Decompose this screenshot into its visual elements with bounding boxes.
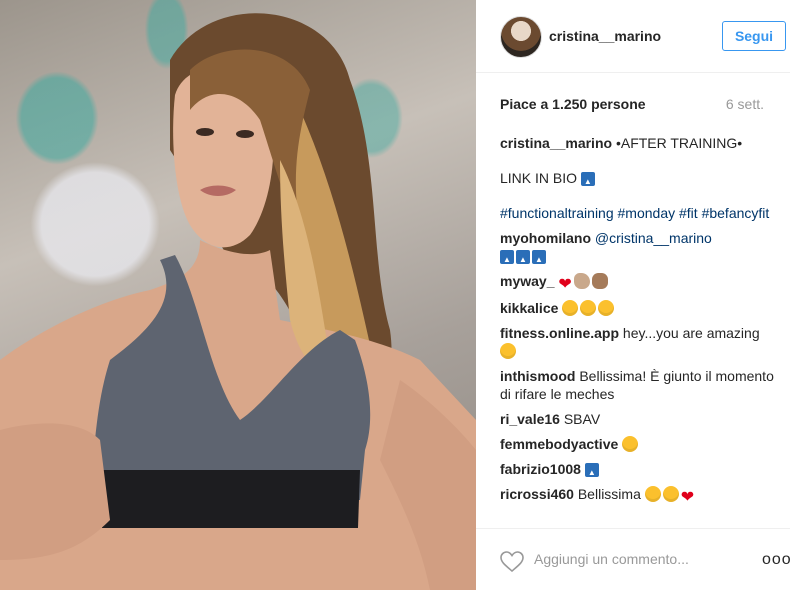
comment-item: kikkalice (500, 299, 780, 317)
comment-username[interactable]: fitness.online.app (500, 325, 619, 341)
likes-count[interactable]: Piace a 1.250 persone (500, 96, 646, 112)
heart-eyes-emoji (580, 300, 597, 316)
comment-username[interactable]: femmebodyactive (500, 436, 618, 452)
caption-text: •AFTER TRAINING• (615, 135, 743, 151)
instagram-post: cristina__marino Segui Piace a 1.250 per… (0, 0, 790, 590)
comment-username[interactable]: ricrossi460 (500, 486, 574, 502)
red-heart-emoji: ❤ (680, 489, 695, 506)
post-footer: ooo (476, 528, 790, 591)
comment-item: ricrossi460 Bellissima ❤ (500, 485, 780, 506)
caption-line-2: LINK IN BIO (500, 169, 780, 191)
comment-username[interactable]: myohomilano (500, 230, 591, 246)
comment-username[interactable]: ri_vale16 (500, 411, 560, 427)
blush-emoji (662, 486, 679, 502)
comment-username[interactable]: kikkalice (500, 300, 558, 316)
caption-username[interactable]: cristina__marino (500, 135, 612, 151)
like-heart-icon[interactable] (500, 551, 524, 578)
add-comment-input[interactable] (534, 551, 734, 567)
heart-eyes-emoji (562, 300, 579, 316)
comment-username[interactable]: myway_ (500, 273, 554, 289)
top-emoji (500, 250, 514, 269)
heart-outline-icon (500, 551, 524, 573)
hashtags[interactable]: #functionaltraining #monday #fit #befanc… (500, 205, 769, 221)
post-time[interactable]: 6 sett. (726, 96, 764, 112)
comment-text: SBAV (563, 411, 601, 427)
top-emoji (532, 250, 546, 269)
caption: cristina__marino •AFTER TRAINING• (500, 134, 780, 152)
red-heart-emoji: ❤ (558, 276, 572, 293)
comment-item: femmebodyactive (500, 435, 780, 453)
comment-item: myway_ ❤ (500, 272, 780, 293)
comment-username[interactable]: inthismood (500, 368, 575, 384)
heart-eyes-emoji (598, 300, 615, 316)
grimacing-emoji (500, 343, 516, 359)
heart-eyes-emoji (644, 486, 661, 502)
caption-hashtags: #functionaltraining #monday #fit #befanc… (500, 204, 780, 222)
ok-hand-emoji (591, 273, 608, 289)
comment-item: ri_vale16 SBAV (500, 410, 780, 428)
comment-item: inthismood Bellissima! È giunto il momen… (500, 367, 780, 403)
likes-row: Piace a 1.250 persone 6 sett. (500, 96, 764, 116)
top-emoji (516, 250, 530, 269)
caption-link-in-bio: LINK IN BIO (500, 170, 578, 186)
follow-button[interactable]: Segui (722, 21, 786, 51)
comment-item: myohomilano @cristina__marino (500, 229, 780, 269)
comment-mention[interactable]: @cristina__marino (595, 230, 712, 246)
woman-portrait-illustration (0, 13, 476, 590)
more-options-button[interactable]: ooo (762, 551, 790, 569)
comment-item: fabrizio1008 (500, 460, 780, 482)
comment-username[interactable]: fabrizio1008 (500, 461, 581, 477)
avatar[interactable] (500, 16, 542, 58)
comment-text: hey...you are amazing (622, 325, 760, 341)
top-emoji (580, 172, 595, 191)
top-emoji (584, 463, 599, 482)
post-photo[interactable] (0, 0, 476, 590)
author-username[interactable]: cristina__marino (549, 28, 661, 44)
grinning-emoji (622, 436, 639, 452)
comment-item: fitness.online.app hey...you are amazing (500, 324, 780, 360)
post-header: cristina__marino Segui (476, 0, 790, 73)
comments-list[interactable]: cristina__marino •AFTER TRAINING• LINK I… (500, 134, 780, 524)
flexed-biceps-emoji (573, 273, 590, 289)
comment-text: Bellissima (577, 486, 641, 502)
